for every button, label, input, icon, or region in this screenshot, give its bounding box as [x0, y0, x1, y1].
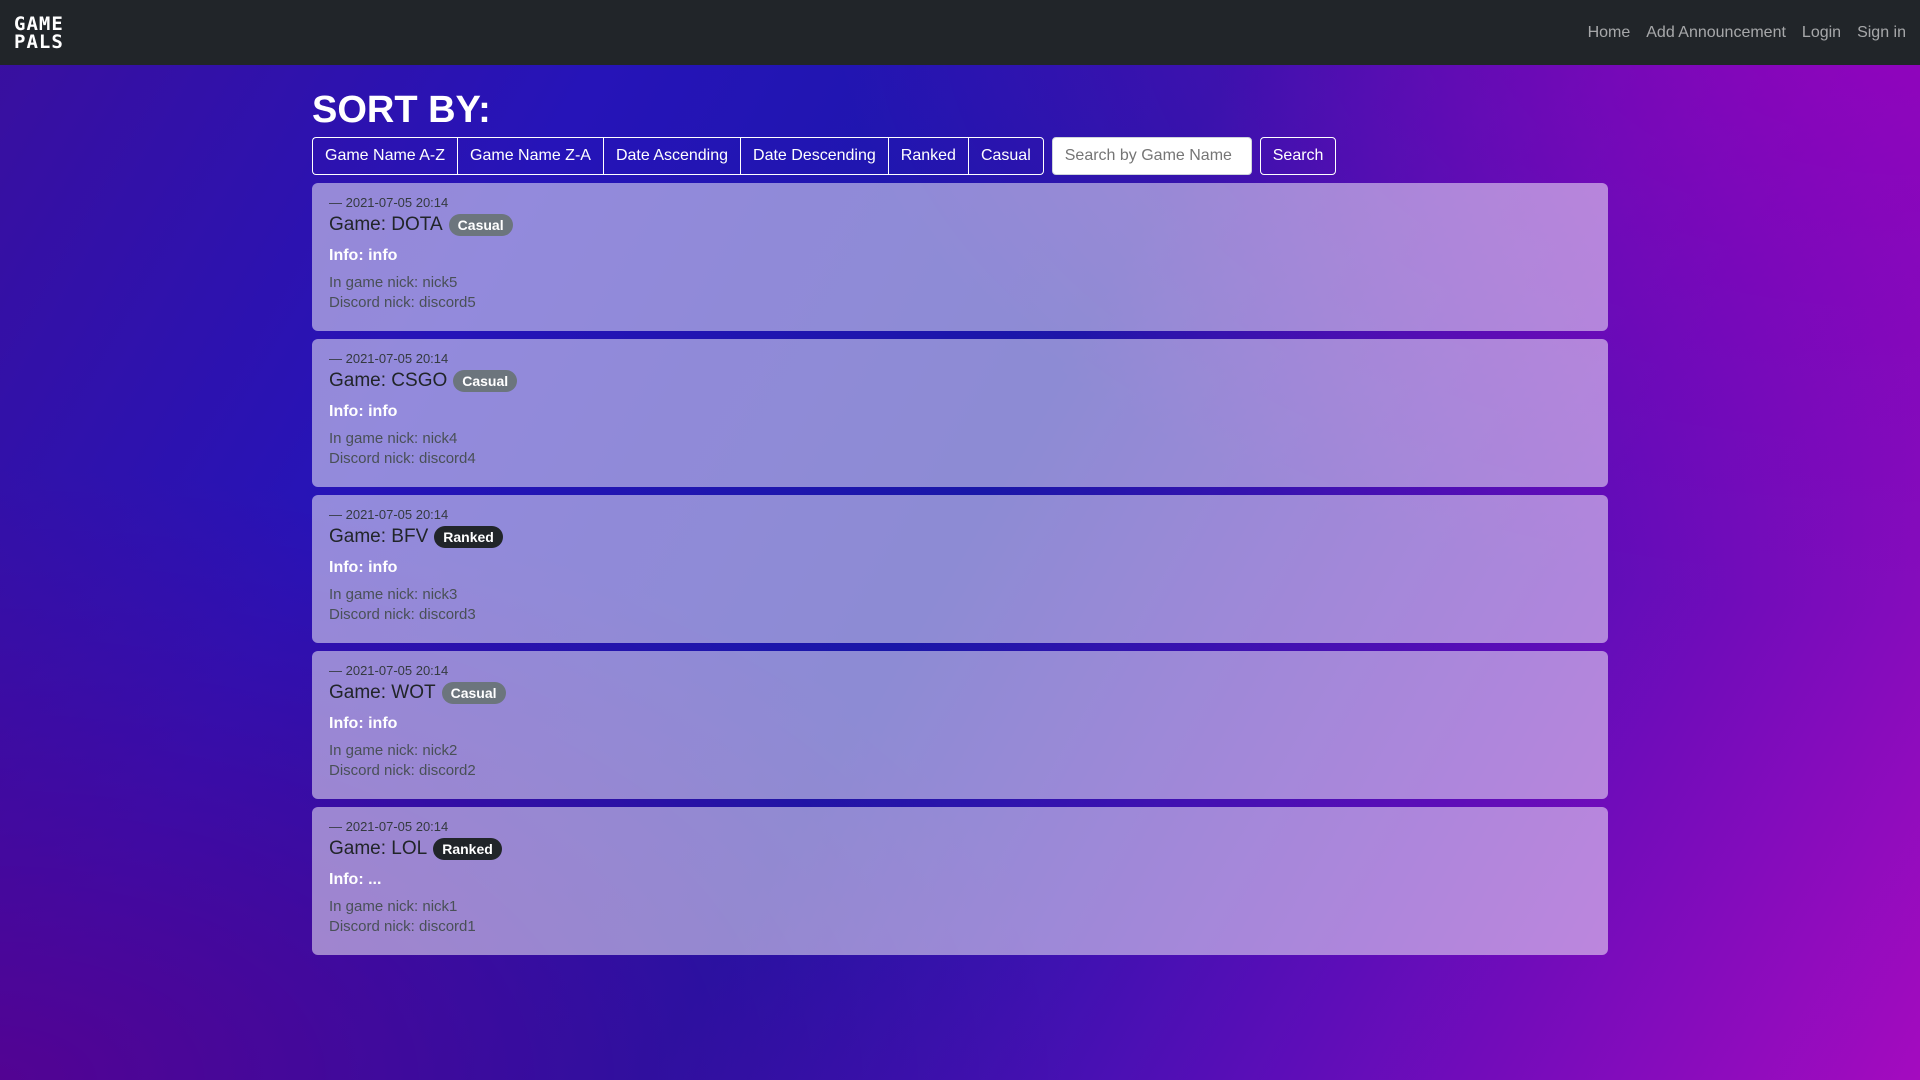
announcement-card: — 2021-07-05 20:14 Game: LOL Ranked Info… — [312, 807, 1608, 955]
nav-home-link[interactable]: Home — [1588, 24, 1631, 42]
announcement-info: Info: info — [329, 247, 398, 264]
game-type-badge: Casual — [441, 682, 506, 704]
nav-login-link[interactable]: Login — [1802, 24, 1841, 42]
sort-name-desc-button[interactable]: Game Name Z-A — [457, 137, 603, 175]
logo-line-1: GAME — [14, 12, 64, 35]
sort-name-asc-button[interactable]: Game Name A-Z — [312, 137, 458, 175]
in-game-nick: In game nick: nick3 — [329, 586, 458, 603]
sort-date-desc-button[interactable]: Date Descending — [740, 137, 888, 175]
in-game-nick: In game nick: nick5 — [329, 274, 458, 291]
announcement-card: — 2021-07-05 20:14 Game: DOTA Casual Inf… — [312, 183, 1608, 331]
announcement-info: Info: info — [329, 715, 398, 732]
announcement-date: — 2021-07-05 20:14 — [329, 195, 449, 210]
discord-nick: Discord nick: discord5 — [329, 294, 476, 311]
search-input[interactable] — [1051, 137, 1252, 175]
announcement-nicks: In game nick: nick5 Discord nick: discor… — [329, 273, 1591, 313]
announcement-game: Game: DOTA — [329, 214, 443, 235]
game-type-badge: Casual — [453, 370, 518, 392]
announcement-game: Game: CSGO — [329, 370, 448, 391]
announcement-card: — 2021-07-05 20:14 Game: WOT Casual Info… — [312, 651, 1608, 799]
in-game-nick: In game nick: nick1 — [329, 898, 458, 915]
announcement-nicks: In game nick: nick1 Discord nick: discor… — [329, 897, 1591, 937]
announcement-list: — 2021-07-05 20:14 Game: DOTA Casual Inf… — [312, 183, 1608, 955]
sort-title: SORT BY: — [312, 89, 491, 131]
sort-date-asc-button[interactable]: Date Ascending — [602, 137, 741, 175]
announcement-title: Game: DOTA Casual — [329, 213, 1591, 237]
game-type-badge: Ranked — [434, 526, 503, 548]
in-game-nick: In game nick: nick4 — [329, 430, 458, 447]
announcement-title: Game: WOT Casual — [329, 681, 1591, 705]
announcement-info: Info: ... — [329, 871, 382, 888]
main-container: SORT BY: Game Name A-Z Game Name Z-A Dat… — [312, 85, 1608, 955]
announcement-info: Info: info — [329, 559, 398, 576]
announcement-date: — 2021-07-05 20:14 — [329, 351, 449, 366]
search-button[interactable]: Search — [1259, 137, 1337, 175]
site-logo[interactable]: GAME PALS — [14, 12, 64, 53]
announcement-title: Game: BFV Ranked — [329, 525, 1591, 549]
filter-ranked-button[interactable]: Ranked — [887, 137, 968, 175]
nav-add-announcement-link[interactable]: Add Announcement — [1646, 24, 1786, 42]
logo-line-2: PALS — [14, 30, 64, 53]
filter-casual-button[interactable]: Casual — [967, 137, 1044, 175]
announcement-title: Game: LOL Ranked — [329, 837, 1591, 861]
announcement-nicks: In game nick: nick3 Discord nick: discor… — [329, 585, 1591, 625]
announcement-date: — 2021-07-05 20:14 — [329, 507, 449, 522]
nav-sign-in-link[interactable]: Sign in — [1857, 24, 1906, 42]
announcement-date: — 2021-07-05 20:14 — [329, 819, 449, 834]
in-game-nick: In game nick: nick2 — [329, 742, 458, 759]
game-type-badge: Casual — [448, 214, 513, 236]
discord-nick: Discord nick: discord4 — [329, 450, 476, 467]
announcement-nicks: In game nick: nick4 Discord nick: discor… — [329, 429, 1591, 469]
announcement-game: Game: WOT — [329, 682, 436, 703]
discord-nick: Discord nick: discord2 — [329, 762, 476, 779]
announcement-game: Game: BFV — [329, 526, 429, 547]
announcement-info: Info: info — [329, 403, 398, 420]
discord-nick: Discord nick: discord3 — [329, 606, 476, 623]
announcement-date: — 2021-07-05 20:14 — [329, 663, 449, 678]
announcement-card: — 2021-07-05 20:14 Game: CSGO Casual Inf… — [312, 339, 1608, 487]
top-navbar: GAME PALS Home Add Announcement Login Si… — [0, 0, 1920, 65]
sort-button-group: Game Name A-Z Game Name Z-A Date Ascendi… — [312, 137, 1044, 175]
nav-links: Home Add Announcement Login Sign in — [1588, 24, 1906, 42]
discord-nick: Discord nick: discord1 — [329, 918, 476, 935]
announcement-game: Game: LOL — [329, 838, 428, 859]
announcement-title: Game: CSGO Casual — [329, 369, 1591, 393]
announcement-card: — 2021-07-05 20:14 Game: BFV Ranked Info… — [312, 495, 1608, 643]
announcement-nicks: In game nick: nick2 Discord nick: discor… — [329, 741, 1591, 781]
game-type-badge: Ranked — [433, 838, 502, 860]
sort-controls: Game Name A-Z Game Name Z-A Date Ascendi… — [312, 137, 1608, 175]
